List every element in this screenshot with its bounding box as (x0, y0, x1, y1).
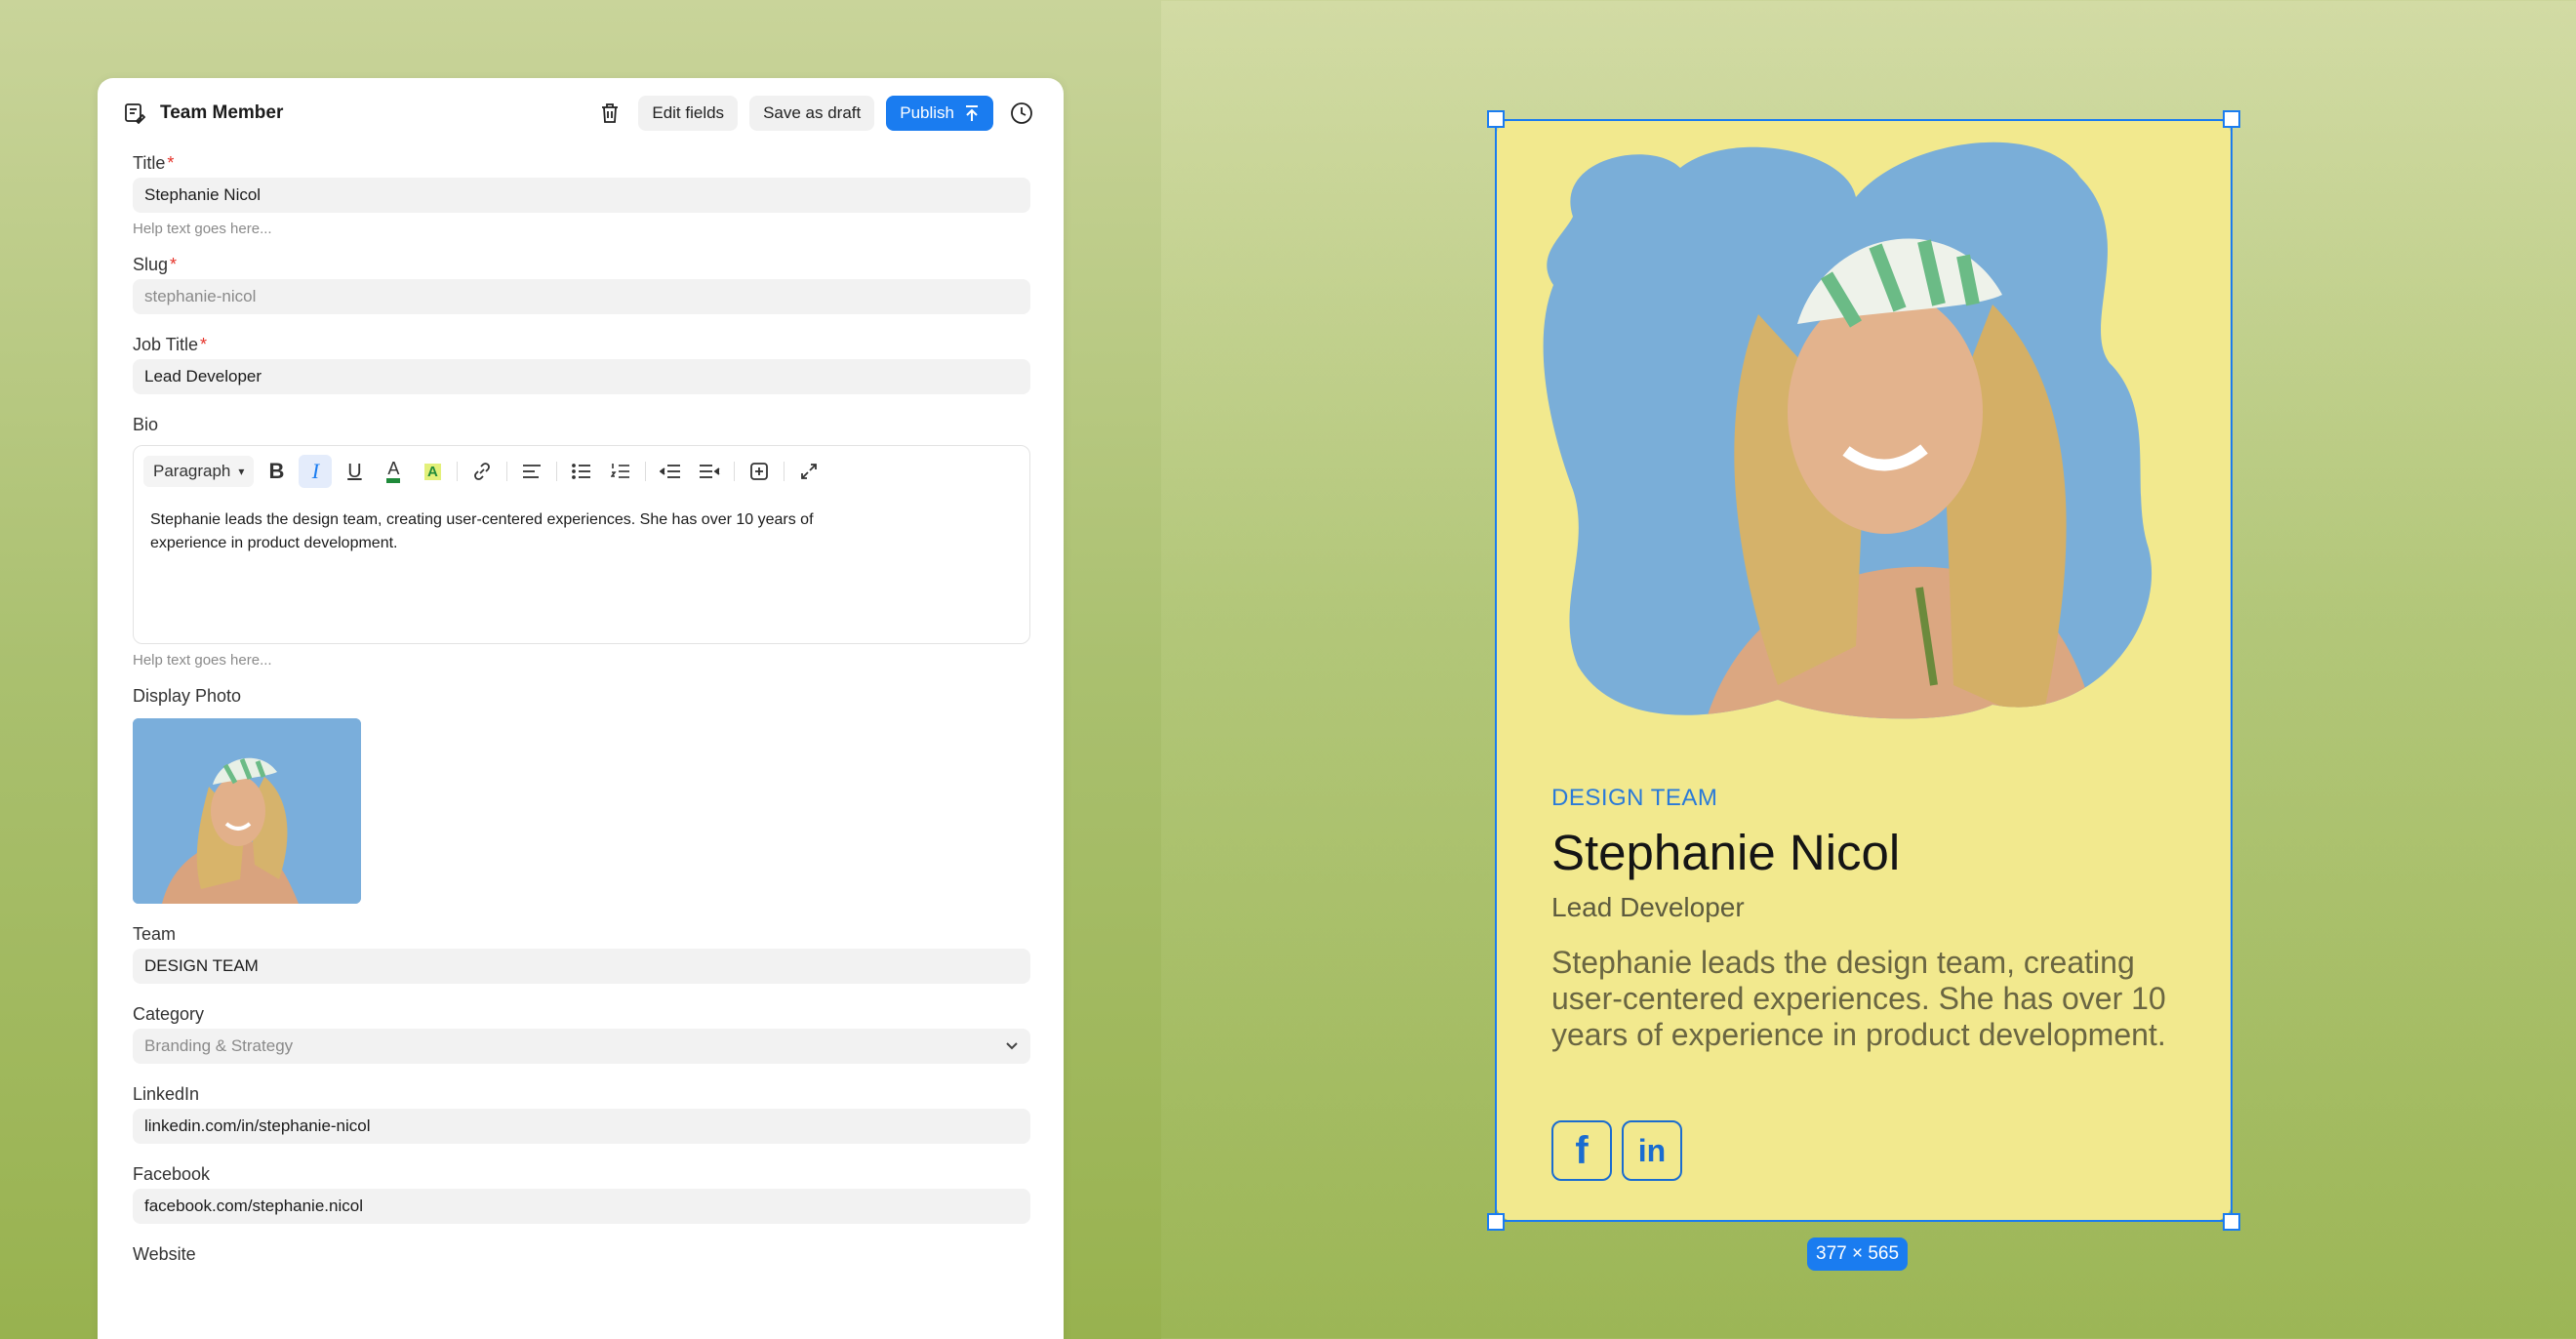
italic-icon: I (311, 459, 320, 483)
card-name: Stephanie Nicol (1551, 825, 1901, 880)
website-label: Website (133, 1244, 196, 1264)
title-input[interactable]: Stephanie Nicol (133, 178, 1030, 213)
resize-handle-bottom-left[interactable] (1487, 1213, 1505, 1231)
document-edit-icon (123, 101, 146, 125)
card-team: DESIGN TEAM (1551, 785, 1718, 811)
italic-button[interactable]: I (299, 455, 333, 488)
dimensions-badge: 377 × 565 (1807, 1238, 1909, 1271)
link-icon (474, 463, 491, 480)
numbered-list-icon (611, 464, 630, 478)
linkedin-label: LinkedIn (133, 1084, 200, 1104)
linkedin-link[interactable]: in (1622, 1120, 1682, 1181)
linkedin-icon: in (1637, 1132, 1667, 1168)
category-label: Category (133, 1004, 205, 1024)
numbered-list-button[interactable] (604, 455, 637, 488)
bio-help: Help text goes here... (133, 652, 272, 669)
underline-icon: U (347, 460, 362, 482)
trash-icon (602, 103, 619, 123)
paragraph-format-select[interactable]: Paragraph ▾ (143, 456, 255, 487)
highlight-icon: A (424, 463, 441, 480)
upload-arrow-icon (966, 105, 978, 121)
fullscreen-button[interactable] (792, 455, 825, 488)
title-label: Title * (133, 153, 175, 173)
portrait-photo (133, 718, 361, 904)
resize-handle-top-left[interactable] (1487, 110, 1505, 128)
category-select[interactable]: Branding & Strategy (133, 1029, 1030, 1064)
chevron-down-icon: ▾ (238, 465, 245, 478)
card-bio: Stephanie leads the design team, creatin… (1551, 945, 2166, 1052)
card-portrait-photo (1543, 142, 2153, 719)
linkedin-input[interactable]: linkedin.com/in/stephanie-nicol (133, 1109, 1030, 1144)
bold-button[interactable]: B (260, 455, 293, 488)
plus-square-icon (750, 463, 769, 480)
align-left-icon (523, 465, 542, 478)
link-button[interactable] (465, 455, 499, 488)
bullet-list-icon (572, 464, 591, 479)
job-title-input[interactable]: Lead Developer (133, 359, 1030, 394)
panel-title: Team Member (160, 102, 284, 123)
facebook-link[interactable]: f (1551, 1120, 1612, 1181)
resize-handle-bottom-right[interactable] (2223, 1213, 2240, 1231)
highlight-button[interactable]: A (416, 455, 449, 488)
save-draft-button[interactable]: Save as draft (749, 96, 875, 131)
outdent-button[interactable] (654, 455, 687, 488)
editor-toolbar: Paragraph ▾ B I U A A (134, 446, 1029, 497)
slug-input[interactable]: stephanie-nicol (133, 279, 1030, 314)
delete-button[interactable] (593, 97, 626, 130)
indent-button[interactable] (693, 455, 726, 488)
insert-block-button[interactable] (743, 455, 776, 488)
job-title-label: Job Title * (133, 335, 208, 354)
chevron-down-icon (1005, 1036, 1019, 1056)
align-button[interactable] (515, 455, 548, 488)
team-input[interactable]: DESIGN TEAM (133, 949, 1030, 984)
bio-label: Bio (133, 415, 159, 434)
bio-rich-text-editor[interactable]: Paragraph ▾ B I U A A Stephanie leads th… (133, 445, 1030, 644)
facebook-icon: f (1575, 1128, 1589, 1172)
publish-label: Publish (900, 103, 954, 122)
bold-icon: B (268, 459, 285, 483)
bio-text[interactable]: Stephanie leads the design team, creatin… (150, 508, 911, 555)
history-button[interactable] (1005, 97, 1038, 130)
editor-panel: Team Member Edit fields Save as draft Pu… (98, 78, 1064, 1339)
indent-icon (700, 465, 720, 478)
card-job-title: Lead Developer (1551, 892, 1745, 922)
team-label: Team (133, 924, 177, 944)
bullet-list-button[interactable] (565, 455, 598, 488)
clock-icon (1011, 102, 1032, 124)
photo-label: Display Photo (133, 686, 242, 706)
publish-button[interactable]: Publish (886, 96, 993, 131)
facebook-label: Facebook (133, 1164, 211, 1184)
text-color-button[interactable]: A (377, 455, 410, 488)
slug-label: Slug * (133, 255, 178, 274)
text-color-icon: A (386, 460, 401, 483)
member-form: Title * Stephanie Nicol Help text goes he… (133, 148, 1030, 1269)
facebook-input[interactable]: facebook.com/stephanie.nicol (133, 1189, 1030, 1224)
display-photo-thumbnail[interactable] (133, 718, 361, 904)
title-help: Help text goes here... (133, 221, 272, 237)
outdent-icon (660, 465, 681, 478)
underline-button[interactable]: U (338, 455, 371, 488)
resize-handle-top-right[interactable] (2223, 110, 2240, 128)
expand-icon (801, 464, 818, 479)
edit-fields-button[interactable]: Edit fields (638, 96, 739, 131)
panel-header: Team Member Edit fields Save as draft Pu… (98, 78, 1064, 148)
team-member-card[interactable]: DESIGN TEAM Stephanie Nicol Lead Develop… (1495, 119, 2233, 1222)
